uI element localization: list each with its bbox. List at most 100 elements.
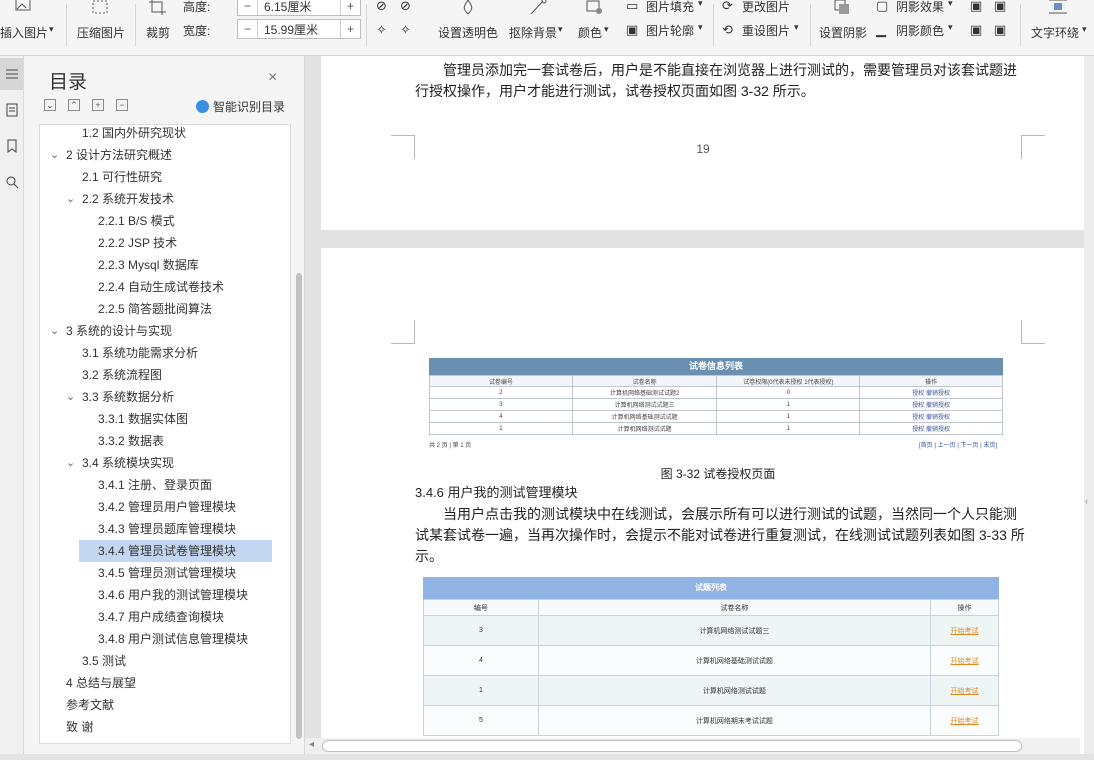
- toc-item[interactable]: 3.4.3 管理员题库管理模块: [40, 518, 290, 540]
- remove-background-button[interactable]: 抠除背景 ▾: [508, 0, 570, 48]
- image-outline-button[interactable]: ▣ 图片轮廓 ▾: [624, 20, 708, 42]
- image-fill-button[interactable]: ▭ 图片填充 ▾: [624, 0, 708, 18]
- toc-item[interactable]: ⌄ 2 设计方法研究概述: [40, 144, 290, 166]
- change-image-icon: ⟳: [722, 0, 733, 13]
- bookmark-panel-button[interactable]: [0, 130, 23, 162]
- reset-image-button[interactable]: ⟲ 重设图片 ▾: [720, 20, 804, 42]
- chevron-down-icon[interactable]: ⌄: [66, 452, 75, 474]
- crop-button[interactable]: 裁剪: [142, 0, 176, 48]
- toc-item[interactable]: ⌄ 2.2 系统开发技术: [40, 188, 290, 210]
- reset-image-label: 重设图片: [742, 24, 791, 38]
- width-value[interactable]: 15.99厘米: [258, 21, 340, 38]
- toc-item[interactable]: 3.3.2 数据表: [40, 430, 290, 452]
- toc-item[interactable]: 2.1 可行性研究: [40, 166, 290, 188]
- chevron-down-icon[interactable]: ⌄: [66, 188, 75, 210]
- test-list-table: 编号 试卷名称 操作 3 计算机网络测试试题三 开始考试 4 计算机网络基础测试…: [423, 599, 999, 736]
- increase-height-button[interactable]: +: [340, 0, 360, 15]
- table-header: 试卷名称: [571, 375, 718, 387]
- table-row: 1 计算机网络测试试题 1 授权 撤销授权: [429, 422, 1003, 435]
- insert-image-button[interactable]: 插入图片 ▾: [0, 0, 60, 48]
- compress-icon: [92, 0, 108, 14]
- ribbon-separator: [66, 4, 67, 46]
- start-exam-link: 开始考试: [950, 717, 979, 725]
- close-icon[interactable]: ×: [268, 69, 277, 87]
- shadow-up-icon[interactable]: ▣: [970, 0, 982, 14]
- figure-test-list[interactable]: 试题列表 编号 试卷名称 操作 3 计算机网络测试试题三 开始考试 4 计算机网…: [423, 577, 999, 736]
- chevron-down-icon[interactable]: ⌄: [66, 386, 75, 408]
- toc-item[interactable]: 3.4.5 管理员测试管理模块: [40, 562, 290, 584]
- toc-list: 1.2 国内外研究现状 ⌄ 2 设计方法研究概述 2.1 可行性研究 ⌄ 2.2 系…: [39, 124, 291, 744]
- remove-heading-icon[interactable]: −: [116, 99, 128, 111]
- toc-item[interactable]: 3.4.1 注册、登录页面: [40, 474, 290, 496]
- collapse-all-icon[interactable]: ⌄: [44, 99, 56, 111]
- horizontal-scrollbar[interactable]: ◂: [305, 738, 1080, 754]
- table-header: 操作: [930, 599, 999, 616]
- text-wrap-button[interactable]: 文字环绕 ▾: [1028, 0, 1094, 48]
- flip-horizontal-icon[interactable]: ✧: [376, 22, 387, 38]
- toc-item[interactable]: 4 总结与展望: [40, 672, 290, 694]
- pages-panel-button[interactable]: [0, 94, 23, 126]
- toc-item[interactable]: 3.3.1 数据实体图: [40, 408, 290, 430]
- expand-up-icon[interactable]: ⌃: [68, 99, 80, 111]
- toc-item[interactable]: 2.2.3 Mysql 数据库: [40, 254, 290, 276]
- toc-item[interactable]: ⌄ 3.4 系统模块实现: [40, 452, 290, 474]
- scroll-left-icon[interactable]: ◂: [309, 739, 314, 750]
- shadow-color-button[interactable]: ▁ 阴影颜色 ▾: [876, 20, 960, 42]
- reset-image-icon: ⟲: [722, 22, 733, 37]
- toc-item[interactable]: 3.4.6 用户我的测试管理模块: [40, 584, 290, 606]
- change-image-button[interactable]: ⟳ 更改图片: [720, 0, 800, 18]
- toc-item[interactable]: 2.2.5 简答题批阅算法: [40, 298, 290, 320]
- increase-width-button[interactable]: +: [340, 20, 360, 38]
- height-stepper[interactable]: − 6.15厘米 +: [237, 0, 361, 16]
- rotate-right-icon[interactable]: ⊘: [400, 0, 411, 14]
- set-shadow-button[interactable]: 设置阴影: [816, 0, 872, 48]
- set-transparent-color-button[interactable]: 设置透明色: [436, 0, 500, 48]
- toc-item[interactable]: 1.2 国内外研究现状: [40, 125, 290, 144]
- shadow-color-icon: ▁: [876, 22, 886, 37]
- shadow-effect-button[interactable]: ▢ 阴影效果 ▾: [876, 0, 960, 18]
- magic-wand-icon: [530, 0, 547, 15]
- section-heading: 3.4.6 用户我的测试管理模块: [415, 485, 578, 500]
- toc-item[interactable]: 3.4.2 管理员用户管理模块: [40, 496, 290, 518]
- chevron-down-icon[interactable]: ⌄: [50, 320, 59, 342]
- rotate-left-icon[interactable]: ⊘: [376, 0, 387, 14]
- figure-exam-authorization[interactable]: 试卷信息列表 试卷编号 试卷名称 试卷权限(0代表未授权 1代表授权) 操作 2…: [429, 358, 1003, 449]
- toc-scrollbar[interactable]: [296, 273, 302, 739]
- toc-item[interactable]: 3.2 系统流程图: [40, 364, 290, 386]
- toc-item[interactable]: 3.5 测试: [40, 650, 290, 672]
- figure-title-bar: 试题列表: [423, 577, 999, 599]
- toc-item[interactable]: 3.1 系统功能需求分析: [40, 342, 290, 364]
- toc-item-label: 致 谢: [66, 720, 94, 734]
- flip-vertical-icon[interactable]: ✧: [400, 22, 411, 38]
- toc-panel-button[interactable]: [0, 58, 23, 90]
- toc-item-selected[interactable]: 3.4.4 管理员试卷管理模块: [79, 540, 272, 562]
- add-heading-icon[interactable]: +: [92, 99, 104, 111]
- height-value[interactable]: 6.15厘米: [258, 0, 340, 15]
- horizontal-scroll-thumb[interactable]: [322, 740, 1022, 752]
- toc-item[interactable]: 2.2.2 JSP 技术: [40, 232, 290, 254]
- decrease-height-button[interactable]: −: [238, 0, 258, 15]
- find-panel-button[interactable]: [0, 166, 23, 198]
- toc-item[interactable]: 致 谢: [40, 716, 290, 738]
- decrease-width-button[interactable]: −: [238, 20, 258, 38]
- table-cell: 1: [423, 675, 539, 706]
- compress-image-button[interactable]: 压缩图片: [74, 0, 130, 48]
- toc-item[interactable]: ⌄ 3 系统的设计与实现: [40, 320, 290, 342]
- smart-toc-button[interactable]: 智能识别目录: [196, 98, 285, 115]
- chevron-down-icon[interactable]: ⌄: [50, 144, 59, 166]
- toc-item[interactable]: 参考文献: [40, 694, 290, 716]
- toc-item[interactable]: 2.2.4 自动生成试卷技术: [40, 276, 290, 298]
- start-exam-link: 开始考试: [950, 627, 979, 635]
- shadow-down-icon[interactable]: ▣: [994, 0, 1006, 14]
- color-button[interactable]: 颜色 ▾: [576, 0, 616, 48]
- shadow-left-icon[interactable]: ▣: [970, 22, 982, 38]
- width-stepper[interactable]: − 15.99厘米 +: [237, 19, 361, 39]
- vertical-scrollbar[interactable]: ‹: [1084, 56, 1094, 760]
- page-up-icon[interactable]: ‹: [1085, 496, 1088, 506]
- toc-item[interactable]: 2.2.1 B/S 模式: [40, 210, 290, 232]
- shadow-right-icon[interactable]: ▣: [994, 22, 1006, 38]
- shadow-effect-icon: ▢: [876, 0, 889, 13]
- toc-item[interactable]: 3.4.8 用户测试信息管理模块: [40, 628, 290, 650]
- toc-item[interactable]: 3.4.7 用户成绩查询模块: [40, 606, 290, 628]
- toc-item[interactable]: ⌄ 3.3 系统数据分析: [40, 386, 290, 408]
